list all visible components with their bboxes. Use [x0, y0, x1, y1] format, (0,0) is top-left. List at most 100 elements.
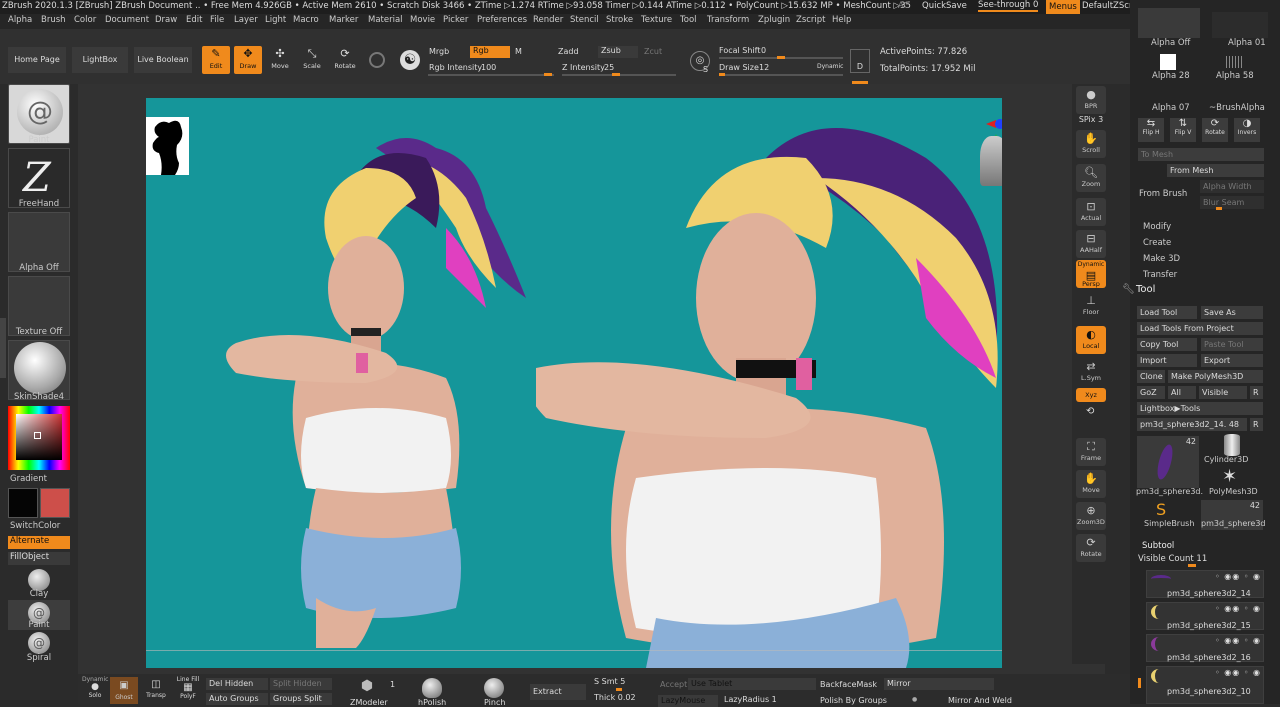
mirror-button[interactable]: Mirror	[884, 678, 994, 690]
menu-zscript[interactable]: Zscript	[796, 15, 826, 25]
menu-stencil[interactable]: Stencil	[570, 15, 599, 25]
rotate-axis-icon[interactable]: ⟲	[1086, 406, 1094, 417]
color-picker[interactable]	[8, 406, 70, 470]
lightbox-tools-button[interactable]: Lightbox▶Tools	[1137, 402, 1263, 415]
see-through-slider[interactable]: See-through 0	[978, 0, 1039, 12]
zoom3d-button[interactable]: ⊕ Zoom3D	[1076, 502, 1106, 530]
circle-icon[interactable]	[369, 52, 385, 68]
to-mesh-button[interactable]: To Mesh	[1138, 148, 1264, 161]
polyf-button[interactable]: Line Fill ▦ PolyF	[174, 676, 202, 704]
alpha-58-thumb[interactable]	[1226, 56, 1242, 68]
export-button[interactable]: Export	[1201, 354, 1263, 367]
make-3d-button[interactable]: Make 3D	[1143, 254, 1180, 264]
secondary-color-swatch[interactable]	[40, 488, 70, 518]
aahalf-button[interactable]: ⊟ AAHalf	[1076, 230, 1106, 258]
canvas[interactable]	[146, 98, 1002, 668]
primary-color-swatch[interactable]	[8, 488, 38, 518]
subtool-row[interactable]: ◦ ◉◉ ◦ ◉ pm3d_sphere3d2_14	[1146, 570, 1264, 598]
current-tool-slider[interactable]: pm3d_sphere3d2_14. 48	[1137, 418, 1247, 431]
menu-tool[interactable]: Tool	[680, 15, 697, 25]
rotate-button[interactable]: ⟳ Rotate	[332, 46, 358, 74]
simplebrush-icon[interactable]: S	[1156, 500, 1166, 519]
subtool-visibility-icons[interactable]: ◦ ◉◉ ◦ ◉	[1215, 636, 1261, 645]
r-button[interactable]: R	[1250, 386, 1263, 399]
groups-split-button[interactable]: Groups Split	[270, 693, 332, 705]
mrgb-button[interactable]: Mrgb	[429, 47, 449, 56]
zoom-button[interactable]: 🔍︎ Zoom	[1076, 164, 1106, 192]
alpha-off-thumb[interactable]	[1138, 8, 1200, 38]
floor-button[interactable]: ⊥ Floor	[1076, 292, 1106, 320]
all-button[interactable]: All	[1168, 386, 1196, 399]
accept-button[interactable]: Accept	[660, 680, 687, 689]
alternate-button[interactable]: Alternate	[8, 536, 70, 549]
visible-button[interactable]: Visible	[1199, 386, 1247, 399]
alpha-width-slider[interactable]: Alpha Width	[1200, 180, 1264, 193]
move-button[interactable]: ✣ Move	[268, 46, 292, 74]
pinch-brush-icon[interactable]	[484, 678, 504, 698]
paste-tool-button[interactable]: Paste Tool	[1201, 338, 1263, 351]
split-hidden-button[interactable]: Split Hidden	[270, 678, 332, 690]
alpha-28-thumb[interactable]	[1160, 54, 1176, 70]
lazyradius-slider[interactable]: LazyRadius 1	[724, 695, 777, 704]
transfer-button[interactable]: Transfer	[1143, 270, 1177, 280]
visible-count-slider[interactable]: Visible Count 11	[1138, 554, 1207, 564]
menu-transform[interactable]: Transform	[707, 15, 749, 25]
quicksave-button[interactable]: QuickSave	[922, 1, 967, 11]
menu-macro[interactable]: Macro	[293, 15, 319, 25]
copy-tool-button[interactable]: Copy Tool	[1137, 338, 1197, 351]
persp-button[interactable]: Dynamic ▤ Persp	[1076, 260, 1106, 288]
menu-color[interactable]: Color	[74, 15, 96, 25]
local-button[interactable]: ◐ Local	[1076, 326, 1106, 354]
home-page-button[interactable]: Home Page	[8, 47, 66, 73]
solo-button[interactable]: Dynamic ● Solo	[82, 676, 108, 702]
rotate-view-button[interactable]: ⟳ Rotate	[1076, 534, 1106, 562]
menu-marker[interactable]: Marker	[329, 15, 358, 25]
ac-label[interactable]: AC	[898, 1, 910, 11]
menu-document[interactable]: Document	[105, 15, 149, 25]
use-tablet-toggle[interactable]: Use Tablet	[688, 678, 816, 690]
dynamic-toggle[interactable]: Dynamic	[817, 63, 843, 70]
menu-brush[interactable]: Brush	[41, 15, 66, 25]
material-thumb[interactable]	[8, 340, 70, 400]
zadd-button[interactable]: Zadd	[558, 47, 579, 56]
frame-button[interactable]: ⛶ Frame	[1076, 438, 1106, 466]
menu-zplugin[interactable]: Zplugin	[758, 15, 790, 25]
menu-preferences[interactable]: Preferences	[477, 15, 527, 25]
clay-brush-icon[interactable]	[28, 569, 50, 591]
subtool-header[interactable]: Subtool	[1142, 541, 1174, 551]
zmodeler-cube-icon[interactable]: ⬢	[356, 678, 378, 698]
zcut-button[interactable]: Zcut	[644, 47, 662, 56]
head-navigation-icon[interactable]	[980, 136, 1002, 186]
live-boolean-button[interactable]: Live Boolean	[134, 47, 192, 73]
subtool-row[interactable]: ◦ ◉◉ ◦ ◉ pm3d_sphere3d2_15	[1146, 602, 1264, 630]
menu-layer[interactable]: Layer	[234, 15, 258, 25]
z-intensity-slider[interactable]: Z Intensity 25	[562, 63, 676, 77]
subtool-row[interactable]: ◦ ◉◉ ◦ ◉ pm3d_sphere3d2_10	[1146, 666, 1264, 704]
spix-slider[interactable]: SPix 3	[1076, 115, 1106, 124]
make-polymesh3d-button[interactable]: Make PolyMesh3D	[1168, 370, 1263, 383]
d-toggle-button[interactable]: D	[850, 49, 870, 73]
zmodeler-label[interactable]: ZModeler	[350, 698, 388, 707]
del-hidden-button[interactable]: Del Hidden	[206, 678, 268, 690]
save-as-button[interactable]: Save As	[1201, 306, 1263, 319]
draw-size-slider[interactable]: Draw Size 12 Dynamic	[719, 63, 843, 77]
polymesh-star-icon[interactable]: ✶	[1222, 466, 1237, 487]
material-sphere-icon[interactable]: ☯	[400, 50, 420, 70]
fill-object-button[interactable]: FillObject	[8, 552, 70, 565]
subtool-visibility-icons[interactable]: ◦ ◉◉ ◦ ◉	[1215, 668, 1261, 677]
menu-light[interactable]: Light	[265, 15, 286, 25]
m-button[interactable]: M	[515, 47, 522, 56]
tool-thumb-pm3d[interactable]: 42	[1137, 436, 1199, 488]
focal-shift-slider[interactable]: Focal Shift 0	[719, 46, 843, 60]
left-collapse-handle[interactable]	[0, 318, 6, 378]
move-view-button[interactable]: ✋ Move	[1076, 470, 1106, 498]
import-button[interactable]: Import	[1137, 354, 1197, 367]
hpolish-brush-icon[interactable]	[422, 678, 442, 698]
menu-render[interactable]: Render	[533, 15, 563, 25]
from-brush-button[interactable]: From Brush	[1139, 189, 1187, 199]
menu-help[interactable]: Help	[832, 15, 851, 25]
blur-seam-slider[interactable]: Blur Seam	[1200, 196, 1264, 209]
menu-material[interactable]: Material	[368, 15, 403, 25]
flip-v-button[interactable]: ⇅ Flip V	[1170, 118, 1196, 142]
subtool-scroll-marker[interactable]	[1138, 678, 1141, 688]
